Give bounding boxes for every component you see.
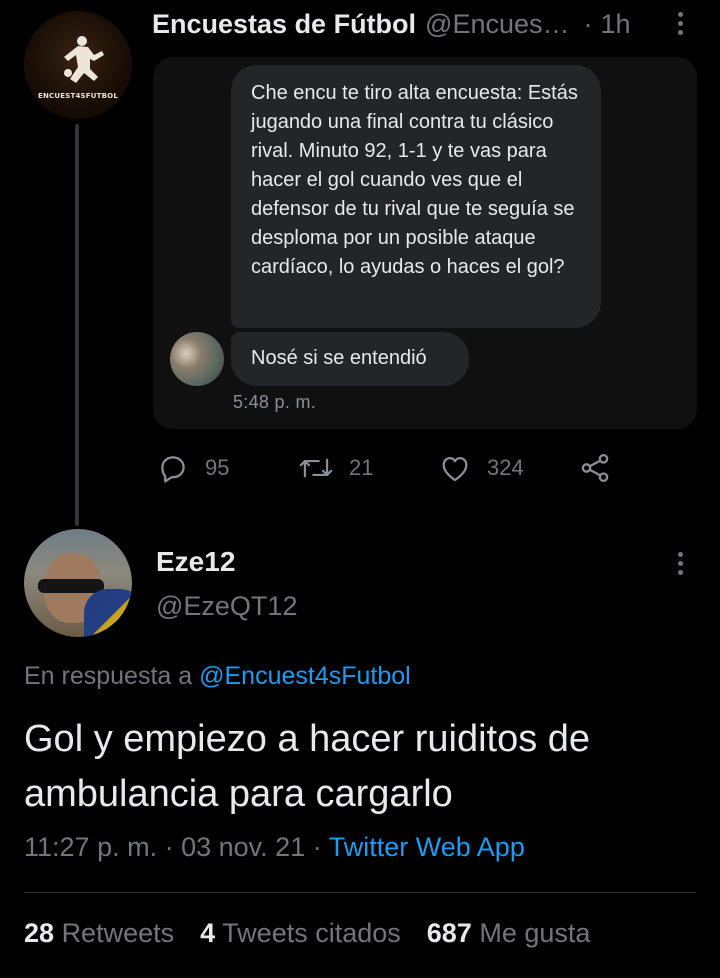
tweet-meta: 11:27 p. m. · 03 nov. 21 · Twitter Web A… [24, 832, 525, 863]
dm-sender-avatar [170, 332, 224, 386]
avatar-shirt [84, 589, 132, 637]
share-button[interactable] [578, 448, 612, 488]
tweet-source-link[interactable]: Twitter Web App [329, 832, 525, 862]
share-icon [581, 453, 609, 483]
retweets-label: Retweets [61, 918, 175, 948]
retweet-count: 21 [349, 455, 374, 480]
meta-separator: · [312, 832, 322, 862]
soccer-player-logo-icon [64, 36, 104, 83]
main-author-name[interactable]: Eze12 [156, 546, 235, 578]
parent-author-handle[interactable]: @Encues… [425, 9, 569, 40]
dm-message-bubble: Nosé si se entendió [231, 332, 469, 386]
parent-author-name[interactable]: Encuestas de Fútbol [152, 9, 416, 40]
retweets-stat[interactable]: 28 Retweets [24, 918, 174, 949]
retweet-button[interactable]: 21 [298, 448, 373, 488]
parent-author-avatar[interactable]: ENCUEST4SFUTBOL [24, 11, 132, 119]
dm-timestamp: 5:48 p. m. [233, 392, 317, 412]
main-author-avatar[interactable] [24, 529, 132, 637]
retweet-icon [299, 458, 333, 478]
divider [24, 892, 696, 893]
likes-stat[interactable]: 687 Me gusta [427, 918, 591, 949]
more-icon[interactable] [675, 12, 685, 35]
more-icon[interactable] [675, 552, 685, 575]
meta-separator: · [164, 832, 174, 862]
avatar-sunglasses [38, 579, 104, 593]
dm-screenshot-image[interactable]: Che encu te tiro alta encuesta: Estás ju… [153, 57, 697, 429]
reply-context: En respuesta a @Encuest4sFutbol [24, 662, 411, 691]
tweet-action-bar: 95 21 324 [0, 448, 720, 488]
tweet-date[interactable]: 03 nov. 21 [181, 832, 305, 862]
tweet-stats: 28 Retweets 4 Tweets citados 687 Me gust… [24, 918, 590, 949]
like-count: 324 [487, 455, 524, 480]
main-author-handle[interactable]: @EzeQT12 [156, 591, 297, 622]
header-separator: · [583, 8, 593, 39]
retweets-count: 28 [24, 918, 55, 948]
reply-mention-link[interactable]: @Encuest4sFutbol [199, 662, 411, 690]
like-icon [442, 456, 468, 482]
reply-count: 95 [205, 455, 230, 480]
quote-tweets-count: 4 [200, 918, 216, 948]
parent-tweet-time[interactable]: 1h [601, 9, 631, 40]
quote-tweets-label: Tweets citados [222, 918, 401, 948]
like-button[interactable]: 324 [438, 448, 524, 488]
likes-label: Me gusta [479, 918, 591, 948]
reply-prefix: En respuesta a [24, 662, 193, 690]
tweet-time[interactable]: 11:27 p. m. [24, 832, 157, 862]
reply-icon [161, 456, 185, 483]
reply-button[interactable]: 95 [156, 448, 229, 488]
likes-count: 687 [426, 918, 472, 948]
avatar-logo-text: ENCUEST4SFUTBOL [38, 92, 118, 100]
main-tweet-text: Gol y empiezo a hacer ruiditos de ambula… [24, 718, 591, 815]
dm-message-bubble: Che encu te tiro alta encuesta: Estás ju… [231, 65, 601, 328]
parent-tweet-header: Encuestas de Fútbol @Encues… · 1h [152, 6, 697, 42]
quote-tweets-stat[interactable]: 4 Tweets citados [200, 918, 401, 949]
